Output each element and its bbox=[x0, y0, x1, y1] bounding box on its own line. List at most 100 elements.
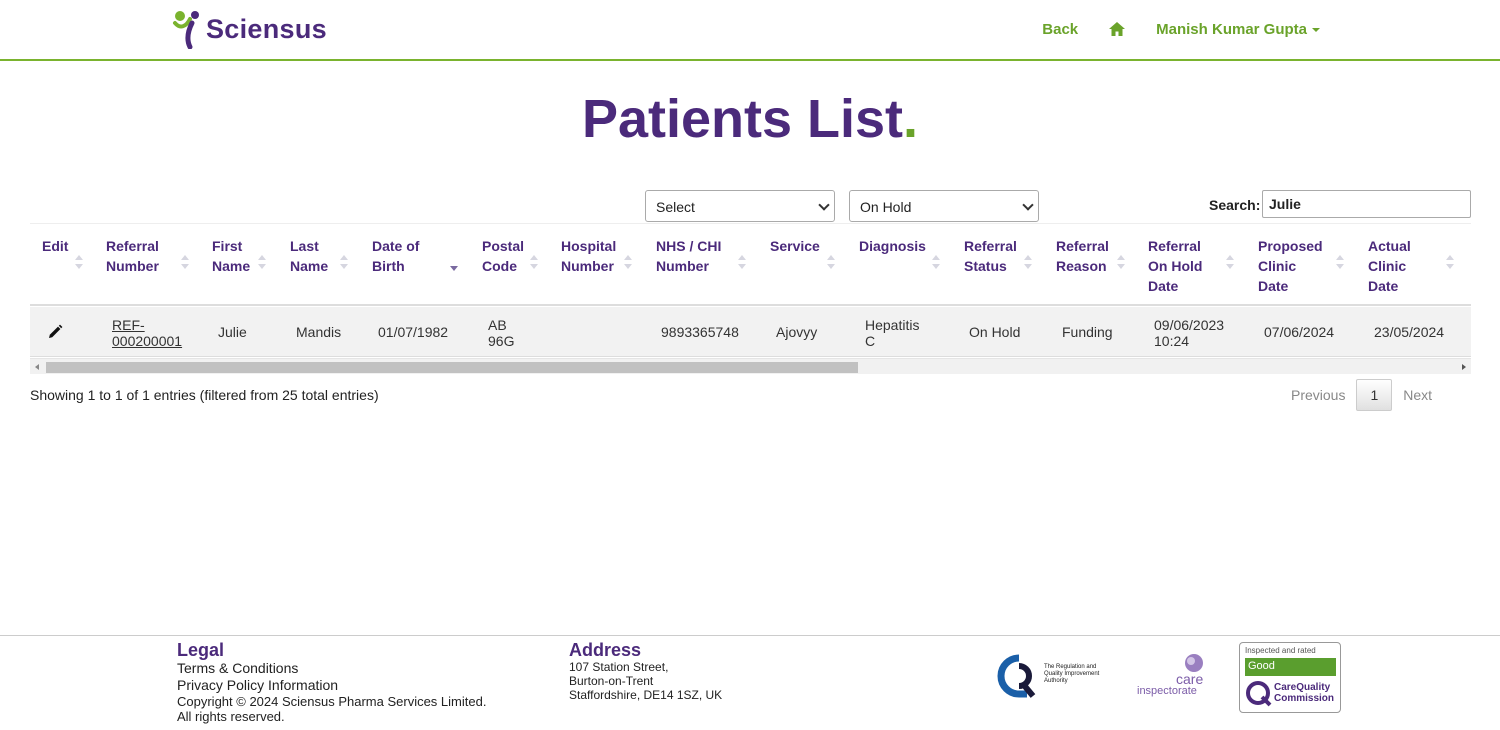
patients-table: Edit Referral Number First Name Last Nam… bbox=[30, 224, 1471, 374]
rights-text: All rights reserved. bbox=[177, 709, 285, 724]
copyright-text: Copyright © 2024 Sciensus Pharma Service… bbox=[177, 694, 487, 709]
cell-status: On Hold bbox=[969, 324, 1021, 340]
col-header-first-name[interactable]: First Name bbox=[212, 236, 257, 276]
col-header-service[interactable]: Service bbox=[770, 236, 820, 256]
sciensus-logo-icon bbox=[173, 11, 199, 49]
terms-link[interactable]: Terms & Conditions bbox=[177, 660, 486, 677]
col-header-referral-status[interactable]: Referral Status bbox=[964, 236, 1024, 276]
sort-icon bbox=[827, 254, 835, 270]
horizontal-scrollbar[interactable] bbox=[30, 358, 1471, 374]
status-filter-value: On Hold bbox=[860, 199, 912, 215]
cell-last-name: Mandis bbox=[296, 324, 342, 340]
col-header-referral-reason[interactable]: Referral Reason bbox=[1056, 236, 1116, 276]
caret-down-icon bbox=[1312, 28, 1320, 32]
cqc-q-icon bbox=[1246, 681, 1272, 707]
col-header-edit[interactable]: Edit bbox=[42, 236, 68, 256]
scroll-right-arrow-icon[interactable] bbox=[1462, 364, 1466, 370]
page-1-button[interactable]: 1 bbox=[1356, 379, 1393, 411]
cell-reason: Funding bbox=[1062, 324, 1113, 340]
cqc-rating-badge: Inspected and rated Good CareQuality Com… bbox=[1239, 642, 1341, 713]
svg-text:Quality Improvement: Quality Improvement bbox=[1044, 671, 1100, 677]
cell-actual-date: 23/05/2024 bbox=[1374, 324, 1445, 340]
site-header: Sciensus Back Manish Kumar Gupta bbox=[0, 0, 1500, 61]
table-header: Edit Referral Number First Name Last Nam… bbox=[30, 224, 1471, 306]
address-line-2: Burton-on-Trent bbox=[569, 674, 654, 688]
sort-icon bbox=[932, 254, 940, 270]
sort-icon bbox=[258, 254, 266, 270]
address-heading: Address bbox=[569, 640, 642, 660]
sort-icon bbox=[1024, 254, 1032, 270]
cell-first-name: Julie bbox=[218, 324, 247, 340]
col-header-referral-number[interactable]: Referral Number bbox=[106, 236, 176, 276]
referral-number-text[interactable]: REF-000200001 bbox=[112, 317, 182, 349]
chevron-down-icon bbox=[818, 199, 830, 211]
table-filters: Select On Hold Search: Julie bbox=[30, 190, 1471, 224]
sort-icon bbox=[624, 254, 632, 270]
sort-icon bbox=[738, 254, 746, 270]
cell-proposed-date: 07/06/2024 bbox=[1264, 324, 1335, 340]
col-header-actual-clinic-date[interactable]: Actual Clinic Date bbox=[1368, 236, 1418, 296]
filter-select-1[interactable]: Select bbox=[645, 190, 835, 222]
referral-number-link[interactable]: REF-000200001 bbox=[112, 317, 192, 349]
col-header-diagnosis[interactable]: Diagnosis bbox=[859, 236, 926, 256]
user-name: Manish Kumar Gupta bbox=[1156, 20, 1307, 38]
search-input[interactable]: Julie bbox=[1262, 190, 1471, 218]
cell-service: Ajovyy bbox=[776, 324, 818, 340]
site-footer: Legal Terms & Conditions Privacy Policy … bbox=[0, 635, 1500, 730]
cell-nhs-number: 9893365748 bbox=[661, 324, 739, 340]
svg-text:The Regulation and: The Regulation and bbox=[1044, 664, 1096, 670]
pencil-icon[interactable] bbox=[47, 324, 63, 340]
cqc-rating: Good bbox=[1245, 658, 1336, 676]
svg-text:Authority: Authority bbox=[1044, 678, 1068, 684]
care-inspectorate-logo: care inspectorate bbox=[1137, 654, 1203, 697]
col-header-postal-code[interactable]: Postal Code bbox=[482, 236, 532, 276]
privacy-link[interactable]: Privacy Policy Information bbox=[177, 677, 486, 694]
page-title-dot: . bbox=[903, 89, 919, 149]
cell-on-hold-date: 09/06/2023 10:24 bbox=[1154, 317, 1225, 349]
col-header-dob[interactable]: Date of Birth bbox=[372, 236, 432, 276]
sort-desc-icon bbox=[450, 254, 458, 271]
cell-diagnosis: Hepatitis C bbox=[865, 317, 920, 349]
home-icon[interactable] bbox=[1108, 20, 1126, 38]
status-filter-select[interactable]: On Hold bbox=[849, 190, 1039, 222]
chevron-down-icon bbox=[1022, 199, 1034, 211]
col-header-nhs-number[interactable]: NHS / CHI Number bbox=[656, 236, 736, 276]
filter-select-1-value: Select bbox=[656, 199, 695, 215]
footer-legal: Legal Terms & Conditions Privacy Policy … bbox=[177, 640, 486, 724]
legal-heading: Legal bbox=[177, 640, 225, 660]
logo-text: Sciensus bbox=[206, 13, 327, 44]
search-label: Search: bbox=[1209, 197, 1261, 213]
sort-icon bbox=[1446, 254, 1454, 270]
sort-icon bbox=[1226, 254, 1234, 270]
sort-icon bbox=[340, 254, 348, 270]
sort-icon bbox=[181, 254, 189, 270]
footer-address: Address 107 Station Street, Burton-on-Tr… bbox=[569, 640, 722, 702]
rqia-logo: The Regulation and Quality Improvement A… bbox=[997, 654, 1100, 698]
scroll-left-arrow-icon[interactable] bbox=[35, 364, 39, 370]
table-info: Showing 1 to 1 of 1 entries (filtered fr… bbox=[30, 387, 379, 403]
page-title: Patients List. bbox=[0, 88, 1500, 150]
cell-dob: 01/07/1982 bbox=[378, 324, 449, 340]
page-title-text: Patients List bbox=[581, 89, 904, 149]
address-line-1: 107 Station Street, bbox=[569, 660, 669, 674]
sort-icon bbox=[1336, 254, 1344, 270]
col-header-proposed-clinic-date[interactable]: Proposed Clinic Date bbox=[1258, 236, 1328, 296]
col-header-last-name[interactable]: Last Name bbox=[290, 236, 335, 276]
scrollbar-thumb[interactable] bbox=[46, 362, 858, 373]
previous-button[interactable]: Previous bbox=[1280, 379, 1356, 411]
col-header-hospital-number[interactable]: Hospital Number bbox=[561, 236, 626, 276]
next-button[interactable]: Next bbox=[1392, 379, 1443, 411]
table-row: REF-000200001 Julie Mandis 01/07/1982 AB… bbox=[30, 307, 1471, 357]
top-nav: Back Manish Kumar Gupta bbox=[1042, 20, 1320, 38]
svg-text:inspectorate: inspectorate bbox=[1137, 685, 1197, 697]
col-header-on-hold-date[interactable]: Referral On Hold Date bbox=[1148, 236, 1213, 296]
sort-icon bbox=[1117, 254, 1125, 270]
cqc-name: CareQuality Commission bbox=[1274, 682, 1335, 704]
sort-icon bbox=[75, 254, 83, 270]
sciensus-logo[interactable]: Sciensus bbox=[172, 9, 327, 49]
cqc-top-text: Inspected and rated bbox=[1245, 646, 1316, 655]
user-menu[interactable]: Manish Kumar Gupta bbox=[1156, 21, 1320, 38]
sort-icon bbox=[530, 254, 538, 270]
back-link[interactable]: Back bbox=[1042, 21, 1078, 38]
address-line-3: Staffordshire, DE14 1SZ, UK bbox=[569, 688, 723, 702]
